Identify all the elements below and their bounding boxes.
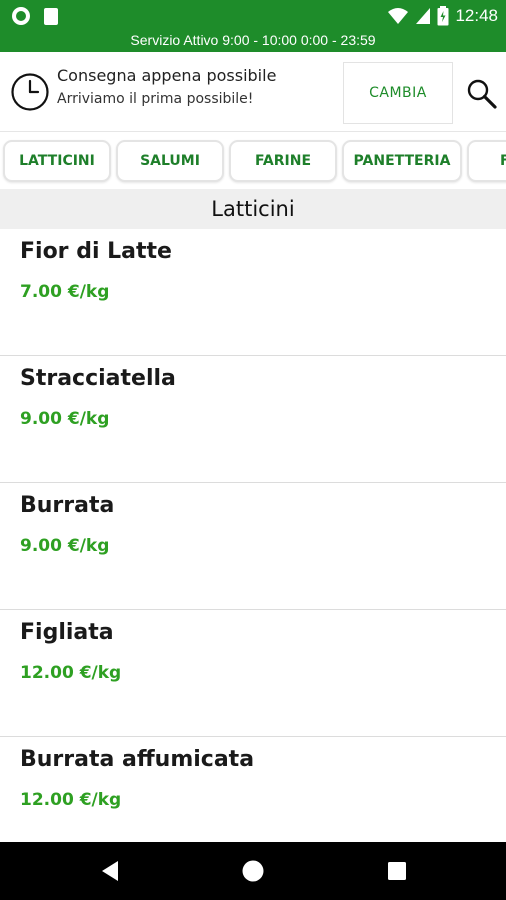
product-price: 7.00 €/kg — [20, 282, 110, 302]
product-list: Fior di Latte 7.00 €/kg Stracciatella 9.… — [0, 229, 506, 864]
notification-icon — [12, 7, 30, 25]
product-price: 9.00 €/kg — [20, 409, 110, 429]
product-item[interactable]: Fior di Latte 7.00 €/kg — [0, 229, 506, 356]
recents-icon[interactable] — [385, 859, 409, 883]
clock-time: 12:48 — [455, 6, 498, 25]
product-name: Burrata affumicata — [20, 747, 255, 772]
navigation-bar — [0, 842, 506, 900]
product-name: Fior di Latte — [20, 239, 172, 264]
back-icon[interactable] — [98, 859, 122, 883]
cell-signal-icon — [416, 8, 431, 24]
product-price: 12.00 €/kg — [20, 790, 122, 810]
delivery-header: Consegna appena possibile Arriviamo il p… — [0, 52, 506, 132]
category-tabs: LATTICINI SALUMI FARINE PANETTERIA F — [0, 133, 506, 189]
wifi-icon — [388, 8, 409, 24]
section-title: Latticini — [0, 189, 506, 229]
product-price: 12.00 €/kg — [20, 663, 122, 683]
search-icon[interactable] — [466, 78, 498, 110]
delivery-title: Consegna appena possibile — [57, 66, 277, 85]
service-hours: Servizio Attivo 9:00 - 10:00 0:00 - 23:5… — [130, 32, 376, 48]
product-name: Figliata — [20, 620, 114, 645]
product-price: 9.00 €/kg — [20, 536, 110, 556]
change-delivery-button[interactable]: CAMBIA — [343, 62, 453, 124]
status-icons-row: 12:48 — [0, 0, 506, 32]
product-item[interactable]: Burrata 9.00 €/kg — [0, 483, 506, 610]
clock-icon — [11, 73, 49, 111]
product-item[interactable]: Figliata 12.00 €/kg — [0, 610, 506, 737]
sd-card-icon — [44, 8, 58, 25]
battery-icon — [437, 6, 449, 26]
status-right: 12:48 — [387, 5, 498, 27]
product-item[interactable]: Stracciatella 9.00 €/kg — [0, 356, 506, 483]
tab-panetteria[interactable]: PANETTERIA — [342, 140, 462, 182]
tab-farine[interactable]: FARINE — [229, 140, 337, 182]
delivery-subtitle: Arriviamo il prima possibile! — [57, 91, 254, 107]
tab-latticini[interactable]: LATTICINI — [3, 140, 111, 182]
tab-partial[interactable]: F — [467, 140, 506, 182]
home-icon[interactable] — [241, 859, 265, 883]
tab-salumi[interactable]: SALUMI — [116, 140, 224, 182]
product-name: Stracciatella — [20, 366, 176, 391]
product-name: Burrata — [20, 493, 115, 518]
status-bar: 12:48 Servizio Attivo 9:00 - 10:00 0:00 … — [0, 0, 506, 52]
